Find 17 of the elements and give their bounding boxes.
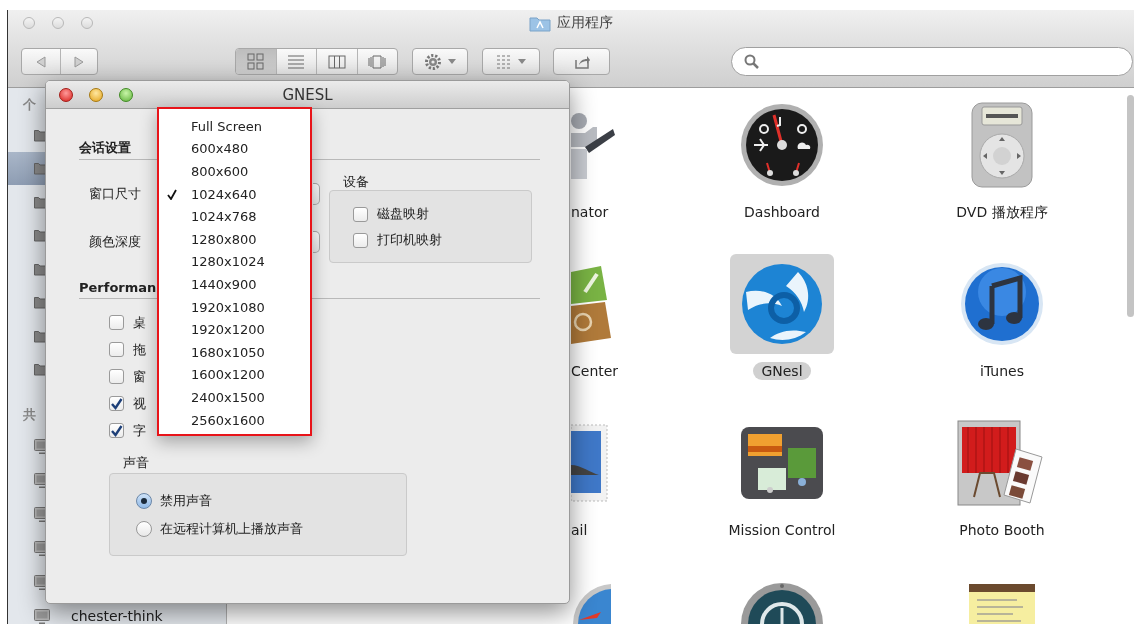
group-heading: 设备 bbox=[343, 174, 370, 190]
checkbox-label: 拖 bbox=[133, 340, 146, 359]
radio-label: 禁用声音 bbox=[160, 492, 212, 510]
field-label: 颜色深度 bbox=[89, 233, 141, 251]
checkbox-label: 打印机映射 bbox=[377, 231, 442, 249]
checkbox-label: 桌 bbox=[133, 313, 146, 332]
checkbox-label: 磁盘映射 bbox=[377, 205, 429, 223]
sidebar-label: chester-think bbox=[71, 608, 163, 624]
field-label: 窗口尺寸 bbox=[89, 185, 141, 203]
group-heading: 声音 bbox=[123, 455, 150, 471]
dialog-title: GNESL bbox=[282, 85, 333, 104]
radio-label: 在远程计算机上播放声音 bbox=[160, 520, 303, 538]
window-title: 应用程序 bbox=[557, 14, 613, 32]
checkbox-label: 窗 bbox=[133, 367, 146, 386]
checkbox-label: 字 bbox=[133, 421, 146, 440]
sidebar-heading: 个 bbox=[22, 96, 37, 114]
checkbox-label: 视 bbox=[133, 394, 146, 413]
